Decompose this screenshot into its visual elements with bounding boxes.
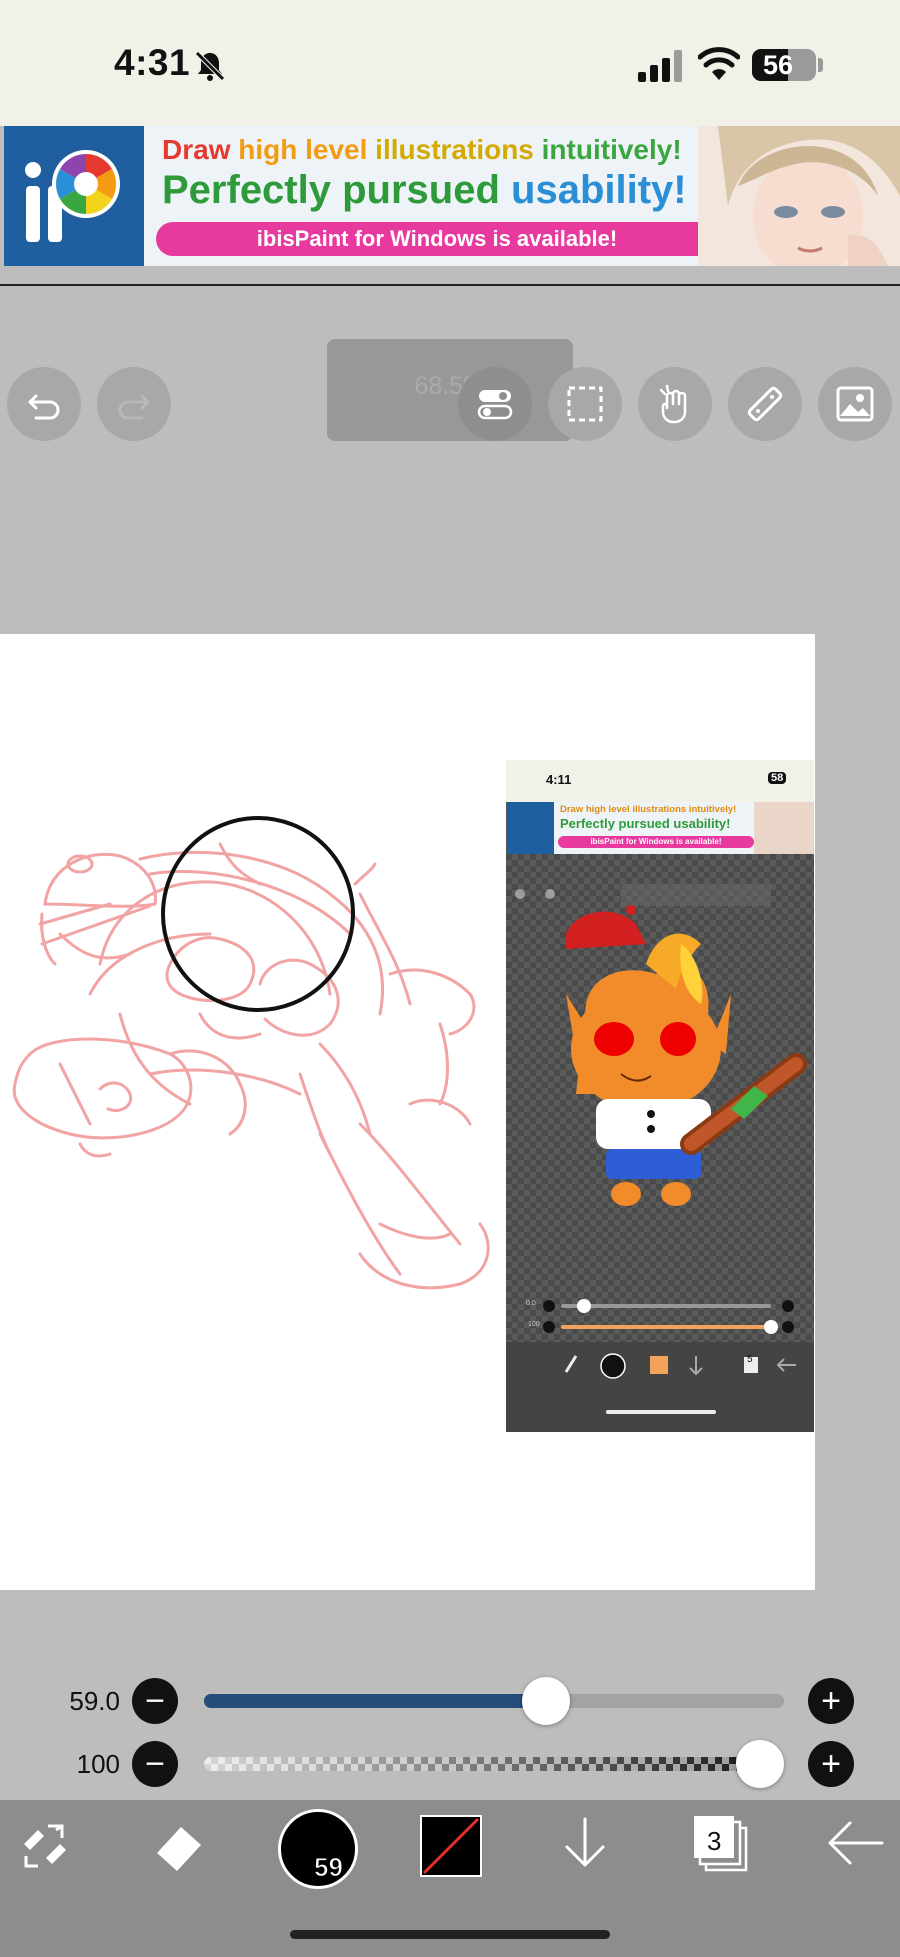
battery-nub bbox=[818, 58, 823, 72]
ref-ad-line1: Draw high level illustrations intuitivel… bbox=[560, 804, 737, 815]
eraser-icon bbox=[157, 1827, 201, 1871]
brush-size-thumb[interactable] bbox=[522, 1677, 571, 1725]
ref-ad-banner: Draw high level illustrations intuitivel… bbox=[508, 802, 814, 854]
ref-slider1-value: 0.0 bbox=[526, 1300, 536, 1307]
layer-toggle-button[interactable] bbox=[458, 367, 532, 441]
eraser-button[interactable] bbox=[148, 1814, 210, 1876]
brush-size-fill bbox=[204, 1694, 547, 1708]
ref-toolbar-icons bbox=[564, 1353, 796, 1379]
ref-home-indicator bbox=[606, 1410, 716, 1414]
brush-size-plus-button[interactable]: + bbox=[808, 1678, 854, 1724]
opacity-plus-button[interactable]: + bbox=[808, 1741, 854, 1787]
brush-size-badge: 59 bbox=[314, 1852, 344, 1883]
ref-battery: 58 bbox=[768, 772, 787, 784]
brush-size-minus-button[interactable]: − bbox=[132, 1678, 178, 1724]
ruler-button[interactable] bbox=[728, 367, 802, 441]
ref-ad-logo bbox=[508, 802, 554, 854]
redo-icon bbox=[118, 394, 151, 420]
bell-slash-icon bbox=[195, 51, 225, 81]
undo-icon bbox=[28, 394, 60, 420]
ad-banner[interactable]: Draw high level illustrations intuitivel… bbox=[4, 126, 900, 266]
ref-checkerboard-canvas bbox=[506, 854, 814, 1342]
opacity-thumb[interactable] bbox=[736, 1740, 784, 1788]
ref-ad-pill: ibisPaint for Windows is available! bbox=[558, 836, 754, 848]
ibispaint-logo bbox=[4, 126, 144, 266]
redo-button[interactable] bbox=[97, 367, 171, 441]
ref-time: 4:11 bbox=[546, 772, 572, 787]
ref-status-bar: 4:11 58 bbox=[506, 760, 814, 802]
opacity-value: 100 bbox=[76, 1749, 120, 1779]
status-bar: 4:31 56 bbox=[0, 0, 900, 126]
ad-word-intuitively: intuitively! bbox=[533, 134, 682, 165]
no-color-slash bbox=[422, 1817, 480, 1875]
ref-slider2-value: 100 bbox=[528, 1321, 540, 1328]
ruler-icon bbox=[747, 386, 783, 422]
home-indicator bbox=[290, 1930, 610, 1939]
zoom-indicator: 68.5% bbox=[327, 339, 573, 441]
image-import-button[interactable] bbox=[818, 367, 892, 441]
opacity-minus-button[interactable]: − bbox=[132, 1741, 178, 1787]
ad-pill-button[interactable]: ibisPaint for Windows is available! bbox=[156, 222, 718, 256]
status-time: 4:31 bbox=[114, 42, 191, 83]
ad-word-draw: Draw bbox=[162, 134, 231, 165]
ref-ad-portrait bbox=[754, 802, 814, 854]
wifi-icon bbox=[698, 47, 740, 80]
selection-button[interactable] bbox=[548, 367, 622, 441]
ref-bottom-toolbar: 5 bbox=[506, 1342, 814, 1432]
layer-toggle-icon bbox=[477, 390, 513, 420]
ad-word-perfectly: Perfectly pursued bbox=[162, 168, 512, 212]
hand-tool-button[interactable] bbox=[638, 367, 712, 441]
ad-word-usability: usability! bbox=[511, 168, 687, 212]
pink-sketch-drawing bbox=[12, 816, 490, 1290]
brush-preview[interactable]: 59 bbox=[278, 1809, 358, 1889]
undo-button[interactable] bbox=[7, 367, 81, 441]
ref-ad-line2: Perfectly pursued usability! bbox=[560, 816, 731, 831]
brush-size-value: 59.0 bbox=[69, 1686, 120, 1716]
back-arrow-icon bbox=[828, 1821, 884, 1865]
ad-portrait-image bbox=[698, 126, 900, 266]
move-down-icon bbox=[565, 1817, 605, 1867]
drawing-canvas[interactable]: 4:11 58 Draw high level illustrations in… bbox=[0, 634, 815, 1590]
move-down-button[interactable] bbox=[554, 1812, 616, 1874]
selection-icon bbox=[567, 386, 603, 422]
reference-screenshot: 4:11 58 Draw high level illustrations in… bbox=[506, 760, 814, 1432]
cellular-signal-icon bbox=[638, 50, 682, 82]
ref-layers-count: 5 bbox=[747, 1354, 753, 1365]
ad-subheadline: Perfectly pursued usability! bbox=[162, 168, 687, 213]
brush-size-track[interactable] bbox=[204, 1694, 784, 1708]
layers-count: 3 bbox=[707, 1826, 722, 1856]
transform-tool-button[interactable] bbox=[14, 1814, 74, 1874]
battery-icon: 56 bbox=[752, 49, 816, 81]
ad-headline: Draw high level illustrations intuitivel… bbox=[162, 134, 682, 166]
battery-percent: 56 bbox=[762, 50, 794, 80]
ad-word-illustrations: illustrations bbox=[367, 134, 534, 165]
image-icon bbox=[836, 386, 874, 422]
opacity-checker-pattern bbox=[204, 1757, 784, 1771]
hand-icon bbox=[659, 384, 687, 424]
ad-word-high-level: high level bbox=[230, 134, 368, 165]
layers-button[interactable]: 3 bbox=[688, 1812, 754, 1878]
transform-tool-icon bbox=[24, 1824, 66, 1868]
color-swatch[interactable] bbox=[420, 1815, 482, 1877]
opacity-track[interactable] bbox=[204, 1757, 784, 1771]
back-button[interactable] bbox=[822, 1812, 888, 1874]
